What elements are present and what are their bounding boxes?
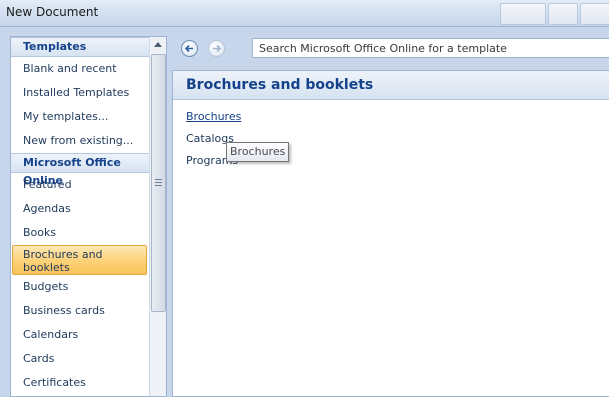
sidebar-item-calendars[interactable]: Calendars [11, 323, 149, 347]
navigation-toolbar [172, 36, 609, 62]
scrollbar-thumb[interactable] [151, 54, 166, 312]
link-brochures[interactable]: Brochures [186, 108, 609, 130]
sidebar-item-agendas[interactable]: Agendas [11, 197, 149, 221]
sidebar-item-my-templates[interactable]: My templates... [11, 105, 149, 129]
back-arrow-icon [184, 44, 193, 53]
content-title: Brochures and booklets [173, 71, 609, 100]
background-window-tab [580, 3, 609, 25]
sidebar-item-installed-templates[interactable]: Installed Templates [11, 81, 149, 105]
background-window-tab [548, 3, 578, 25]
title-bar: New Document [0, 0, 609, 27]
grip-icon [155, 179, 162, 188]
section-header: Microsoft Office Online [11, 153, 149, 187]
sidebar-item-cards[interactable]: Cards [11, 347, 149, 371]
forward-button[interactable] [208, 40, 225, 57]
forward-arrow-icon [213, 44, 222, 53]
subcategory-links: Brochures Catalogs Programs [173, 100, 609, 174]
vertical-scrollbar[interactable] [149, 37, 166, 396]
scroll-up-arrow-icon[interactable] [154, 42, 162, 47]
sidebar-item-new-from-existing[interactable]: New from existing... [11, 129, 149, 153]
sidebar-item-blank-and-recent[interactable]: Blank and recent [11, 57, 149, 81]
sidebar-item-business-cards[interactable]: Business cards [11, 299, 149, 323]
sidebar-item-books[interactable]: Books [11, 221, 149, 245]
section-header: Templates [11, 37, 149, 57]
tooltip: Brochures [226, 142, 290, 162]
background-window-tab [500, 3, 546, 25]
sidebar-item-budgets[interactable]: Budgets [11, 275, 149, 299]
category-list: Templates Blank and recent Installed Templ… [11, 37, 149, 395]
sidebar-item-brochures-and-booklets[interactable]: Brochures and booklets [12, 245, 147, 275]
template-categories-pane: Templates Blank and recent Installed Templ… [10, 36, 167, 397]
template-content-pane: Brochures and booklets Brochures Catalog… [172, 70, 609, 397]
dialog-body: Templates Blank and recent Installed Templ… [0, 27, 609, 397]
window-title: New Document [6, 5, 99, 19]
search-input[interactable] [252, 38, 609, 58]
back-button[interactable] [181, 40, 198, 57]
sidebar-item-certificates[interactable]: Certificates [11, 371, 149, 395]
sidebar-item-featured[interactable]: Featured [11, 173, 149, 197]
